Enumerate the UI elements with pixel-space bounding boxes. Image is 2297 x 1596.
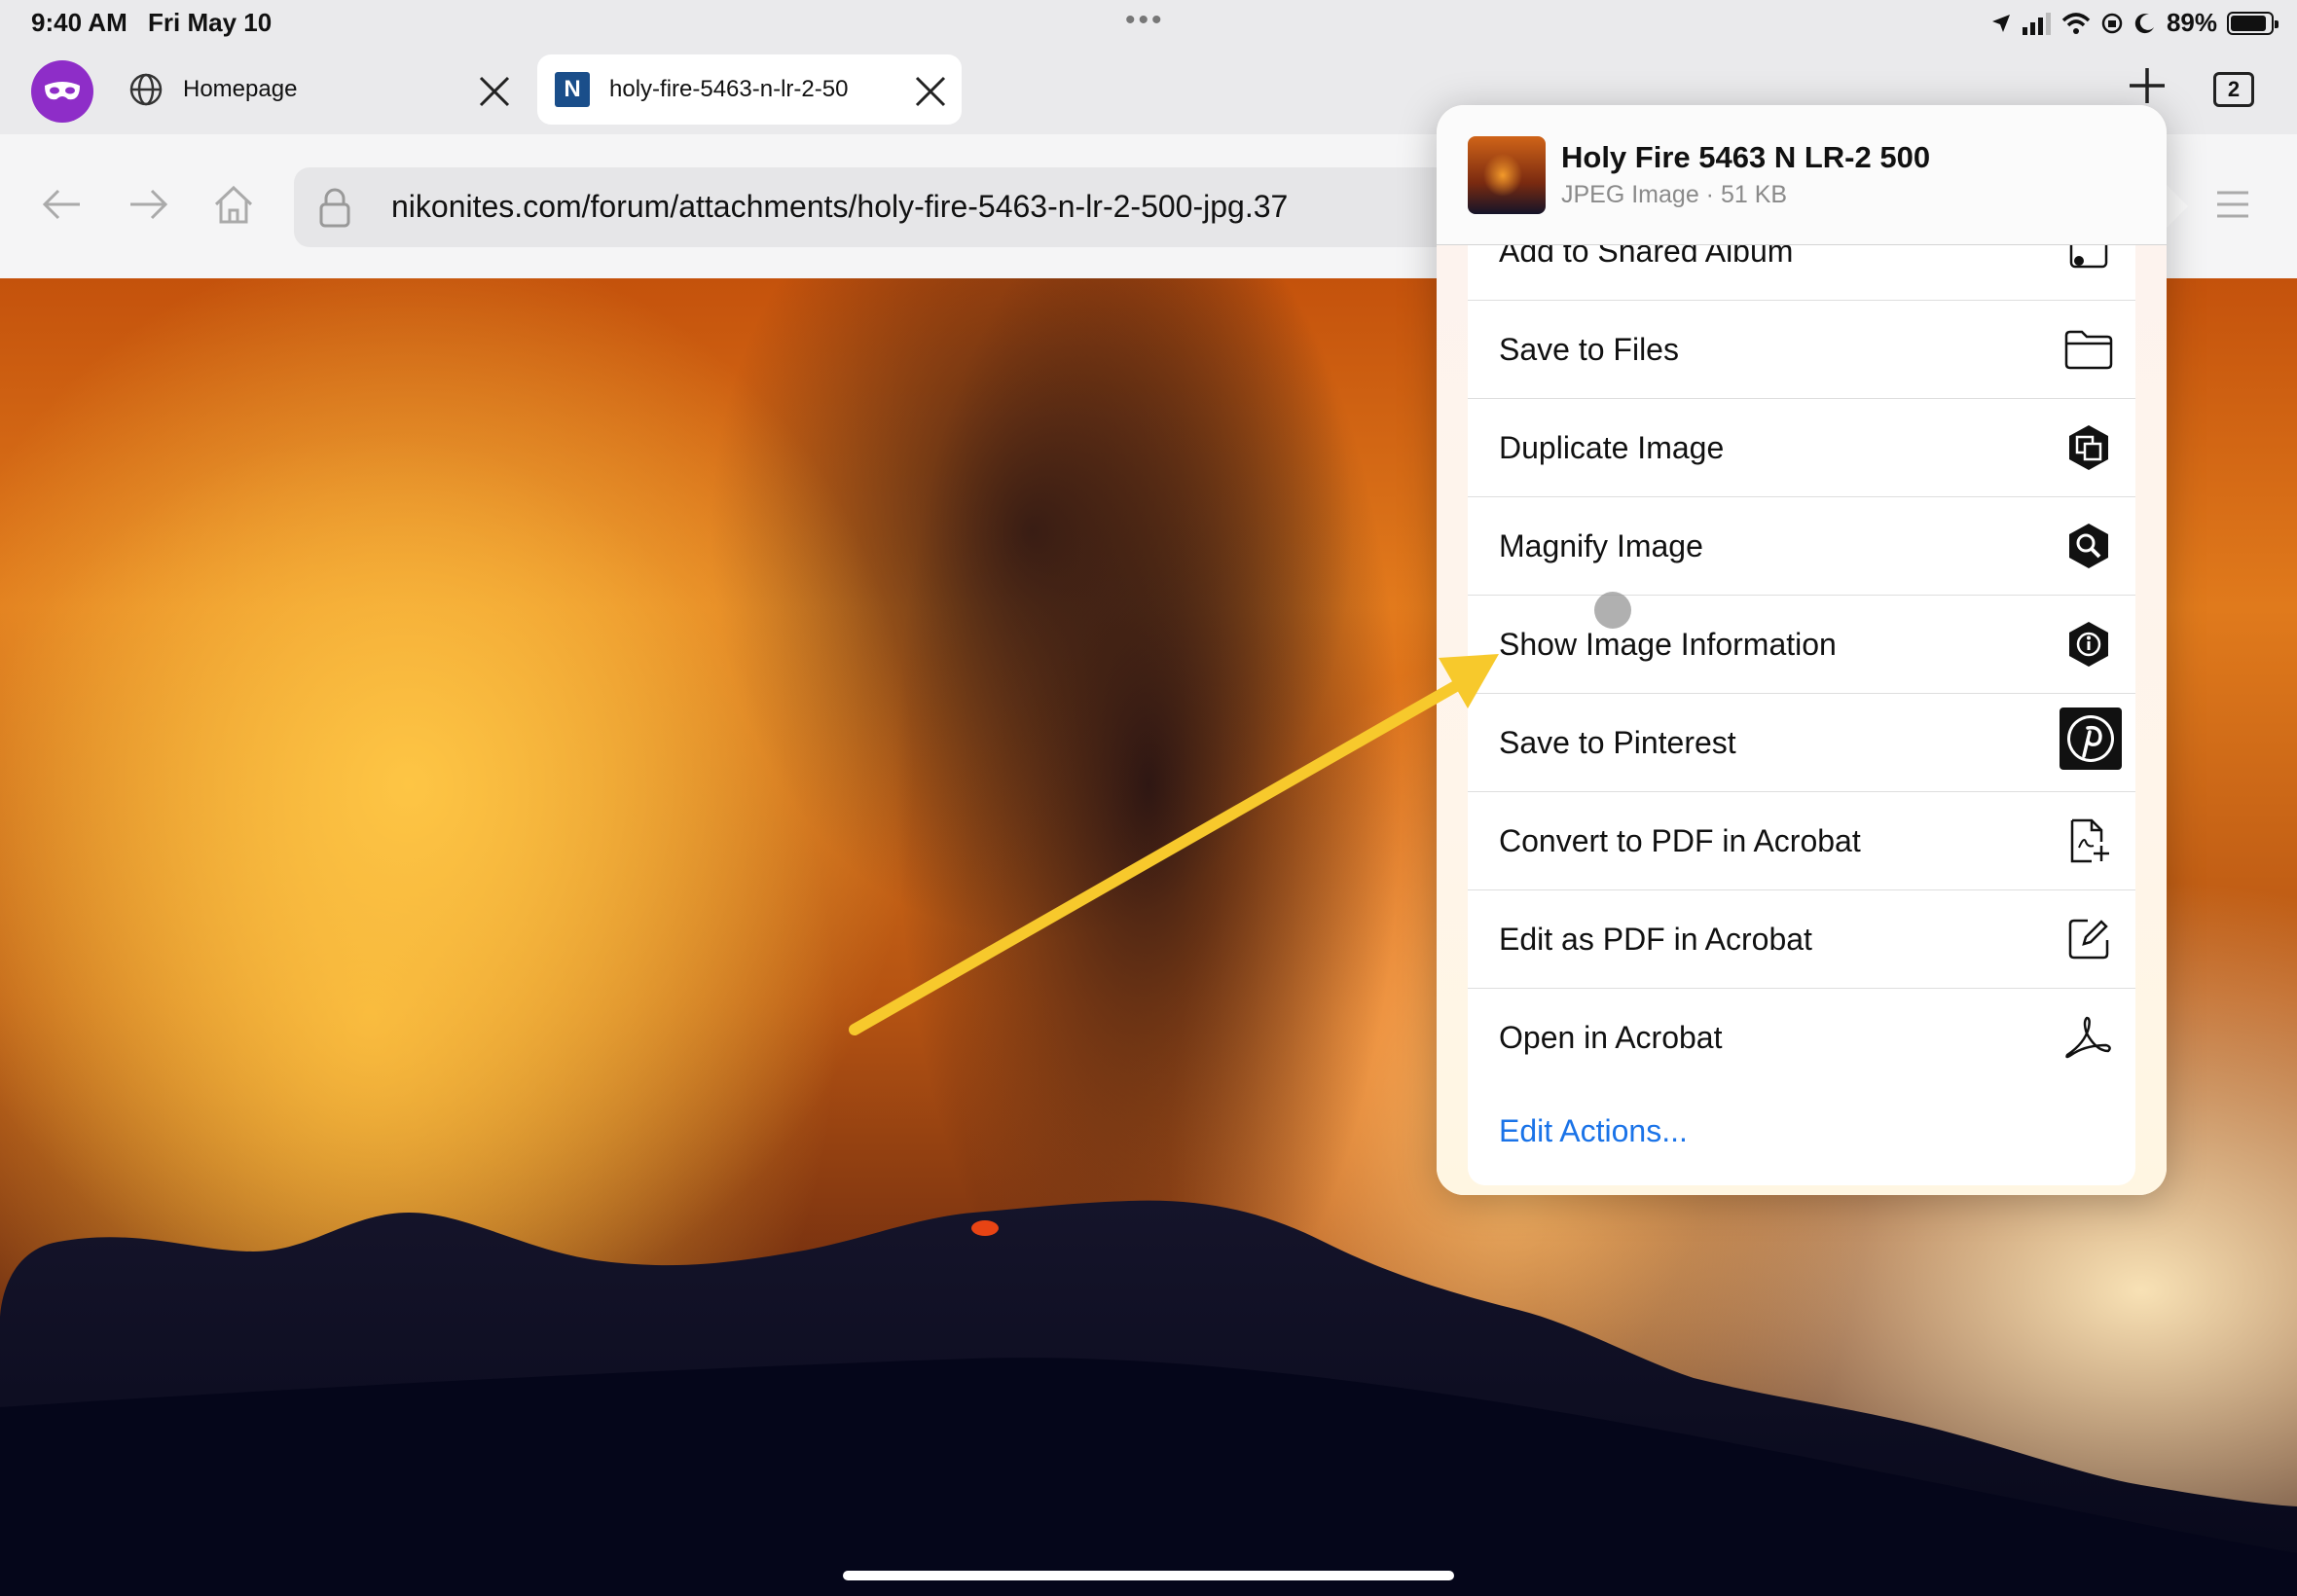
action-label: Duplicate Image — [1499, 429, 1725, 465]
action-label: Edit as PDF in Acrobat — [1499, 921, 1812, 957]
tab-homepage[interactable]: Homepage — [117, 54, 526, 125]
action-save-to-pinterest[interactable]: Save to Pinterest — [1468, 694, 2135, 792]
pdf-add-icon — [2061, 814, 2116, 868]
forward-arrow-icon[interactable] — [127, 183, 169, 226]
battery-percent: 89% — [2166, 8, 2217, 37]
nikonites-favicon: N — [555, 72, 590, 107]
status-time: 9:40 AM — [31, 8, 128, 37]
tab-title: Homepage — [183, 76, 298, 102]
back-arrow-icon[interactable] — [41, 183, 84, 226]
orientation-lock-icon — [2101, 13, 2123, 33]
share-sheet-header: Holy Fire 5463 N LR-2 500 JPEG Image · 5… — [1437, 105, 2167, 245]
action-label: Open in Acrobat — [1499, 1020, 1723, 1055]
image-info-icon — [2061, 617, 2116, 671]
action-save-to-files[interactable]: Save to Files — [1468, 301, 2135, 399]
magnify-image-icon — [2061, 519, 2116, 573]
battery-icon — [2227, 11, 2279, 35]
status-bar: 9:40 AM Fri May 10 ••• 89% — [0, 0, 2297, 47]
home-icon[interactable] — [212, 183, 255, 226]
touch-indicator — [1594, 592, 1631, 629]
action-open-in-acrobat[interactable]: Open in Acrobat — [1468, 989, 2135, 1087]
action-label: Convert to PDF in Acrobat — [1499, 822, 1861, 858]
share-actions-list: Add to Shared Album Save to Files Duplic… — [1468, 202, 2135, 1185]
url-text: nikonites.com/forum/attachments/holy-fir… — [391, 189, 1289, 224]
multitasking-dots[interactable]: ••• — [1125, 4, 1165, 37]
share-item-subtitle: JPEG Image · 51 KB — [1561, 181, 1788, 208]
action-label: Save to Pinterest — [1499, 724, 1736, 760]
action-duplicate-image[interactable]: Duplicate Image — [1468, 399, 2135, 497]
battery-level — [2231, 15, 2266, 31]
tab-count-button[interactable]: 2 — [2213, 72, 2254, 107]
status-indicators: 89% — [1989, 8, 2279, 38]
wifi-icon — [2061, 12, 2091, 34]
action-label: Show Image Information — [1499, 626, 1837, 662]
action-label: Save to Files — [1499, 331, 1679, 367]
share-item-title: Holy Fire 5463 N LR-2 500 — [1561, 140, 1931, 174]
tab-title: holy-fire-5463-n-lr-2-50 — [609, 76, 849, 102]
acrobat-icon — [2061, 1010, 2116, 1065]
action-label: Magnify Image — [1499, 527, 1703, 563]
edit-actions-link[interactable]: Edit Actions... — [1499, 1113, 1688, 1149]
popover-pointer — [2163, 181, 2188, 232]
tab-active-image[interactable]: N holy-fire-5463-n-lr-2-50 — [537, 54, 962, 125]
globe-icon — [129, 73, 163, 106]
action-convert-to-pdf[interactable]: Convert to PDF in Acrobat — [1468, 792, 2135, 890]
lock-icon — [319, 188, 350, 228]
duplicate-image-icon — [2061, 420, 2116, 475]
cellular-signal-icon — [2022, 12, 2051, 35]
pinterest-icon — [2060, 707, 2122, 770]
private-mode-badge[interactable] — [31, 60, 93, 123]
close-tab-icon[interactable] — [477, 74, 512, 109]
close-tab-icon[interactable] — [913, 74, 948, 109]
action-show-image-information[interactable]: Show Image Information — [1468, 596, 2135, 694]
menu-icon[interactable] — [2215, 191, 2250, 218]
home-indicator[interactable] — [843, 1571, 1454, 1580]
moon-icon — [2134, 13, 2154, 33]
folder-icon — [2061, 322, 2116, 377]
image-thumbnail — [1468, 136, 1546, 214]
location-icon — [1991, 14, 2010, 32]
action-magnify-image[interactable]: Magnify Image — [1468, 497, 2135, 596]
mask-icon — [45, 82, 80, 100]
new-tab-icon[interactable] — [2128, 66, 2167, 105]
share-sheet: Add to Shared Album Save to Files Duplic… — [1437, 105, 2167, 1195]
status-date: Fri May 10 — [148, 8, 273, 37]
action-edit-as-pdf[interactable]: Edit as PDF in Acrobat — [1468, 890, 2135, 989]
edit-pdf-icon — [2061, 912, 2116, 966]
